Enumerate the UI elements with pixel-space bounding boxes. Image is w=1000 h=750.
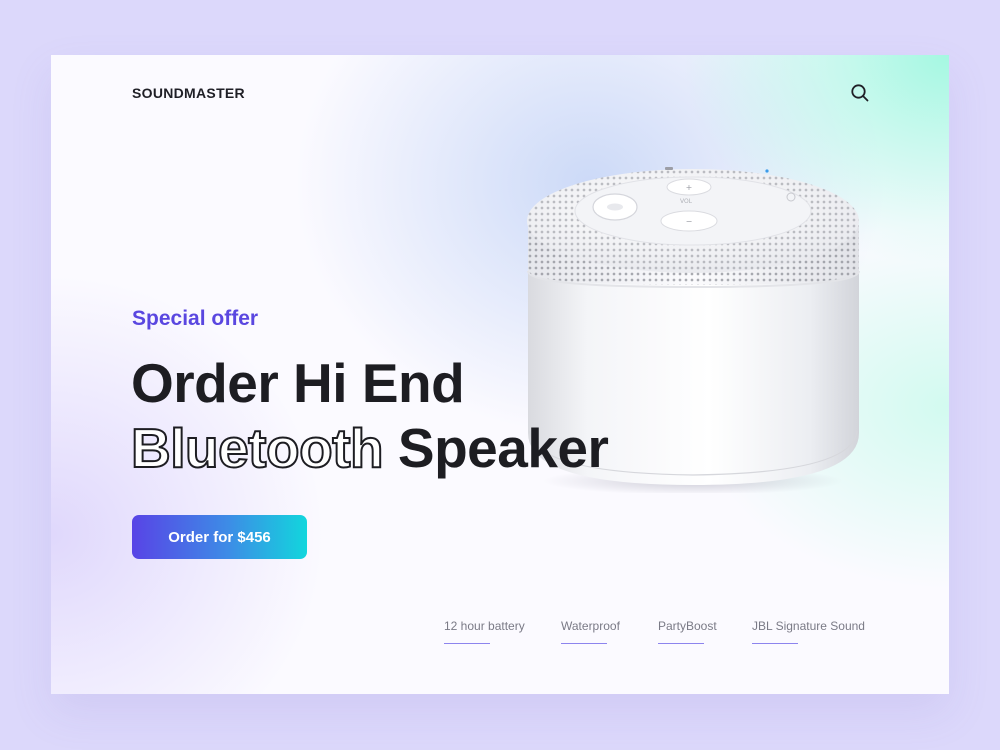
headline-rest: Speaker <box>397 417 609 479</box>
special-offer-label: Special offer <box>132 307 259 330</box>
feature-label: PartyBoost <box>658 619 717 633</box>
order-button[interactable]: Order for $456 <box>132 515 307 559</box>
feature-label: 12 hour battery <box>444 619 525 633</box>
feature-item-partyboost[interactable]: PartyBoost <box>658 619 717 644</box>
feature-item-battery[interactable]: 12 hour battery <box>444 619 525 644</box>
feature-underline <box>561 643 607 644</box>
feature-underline <box>658 643 704 644</box>
hero-headline: Order Hi End Bluetooth Speaker <box>130 351 609 481</box>
feature-underline <box>444 643 490 644</box>
svg-text:VOL: VOL <box>680 198 693 205</box>
svg-text:+: + <box>686 183 693 192</box>
feature-underline <box>752 643 798 644</box>
brand-logo[interactable]: SOUNDMASTER <box>132 85 245 101</box>
search-icon <box>851 84 869 102</box>
search-button[interactable] <box>849 82 871 104</box>
feature-item-waterproof[interactable]: Waterproof <box>561 619 620 644</box>
feature-label: Waterproof <box>561 619 620 633</box>
headline-line-1: Order Hi End <box>131 352 465 414</box>
feature-item-signature-sound[interactable]: JBL Signature Sound <box>752 619 865 644</box>
svg-text:−: − <box>686 217 693 226</box>
feature-label: JBL Signature Sound <box>752 619 865 633</box>
headline-outline-word: Bluetooth <box>130 416 385 480</box>
hero-card: SOUNDMASTER + − VOL Special offer Order … <box>51 55 949 694</box>
